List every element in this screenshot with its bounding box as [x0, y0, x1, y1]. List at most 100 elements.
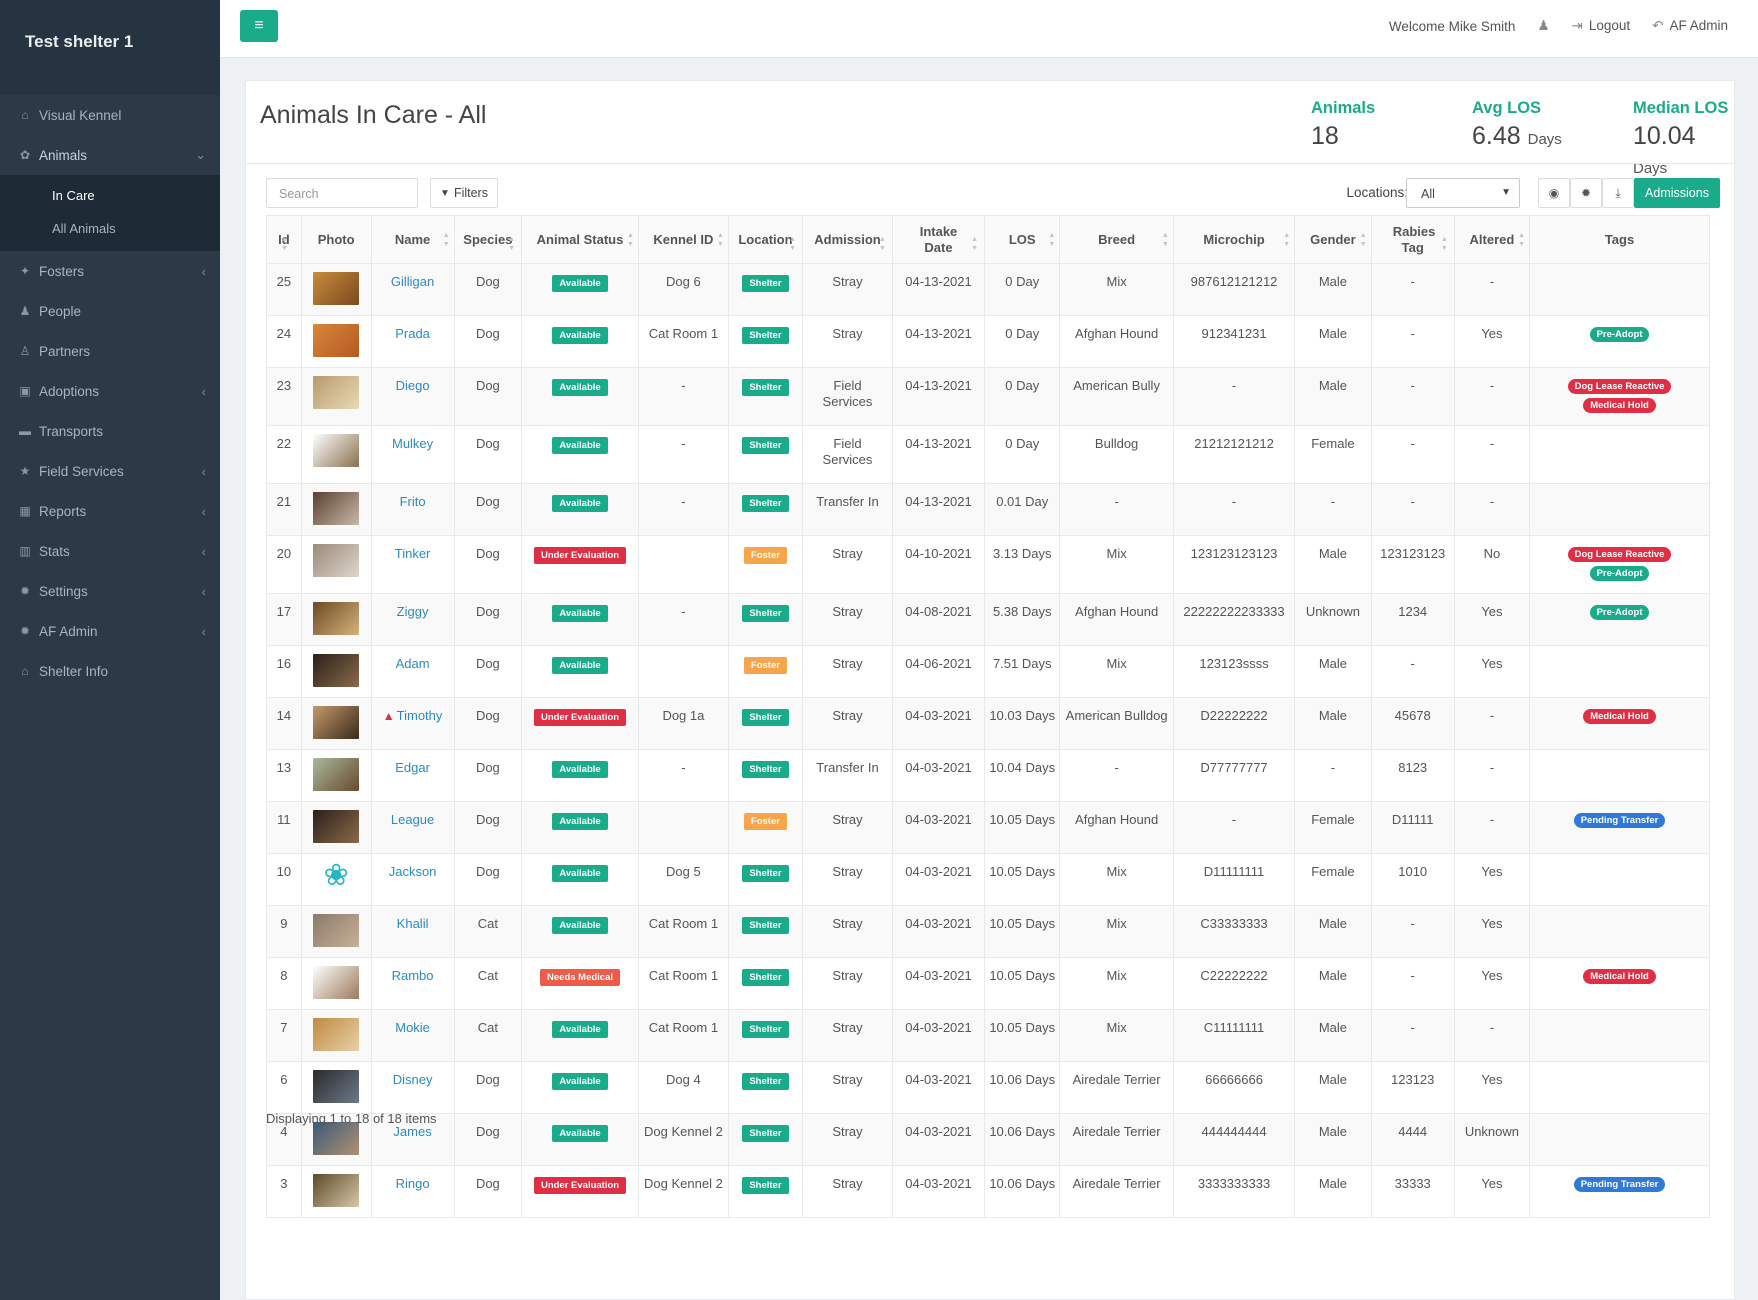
- sidebar-subitem-all-animals[interactable]: All Animals: [0, 212, 220, 245]
- animal-photo[interactable]: [313, 1174, 360, 1207]
- column-header-microchip[interactable]: Microchip ▲ ▼: [1172, 215, 1296, 264]
- animal-photo[interactable]: [313, 434, 360, 467]
- sort-icon[interactable]: ▲ ▼: [1283, 231, 1290, 249]
- column-header-gender[interactable]: Gender ▲ ▼: [1294, 215, 1372, 264]
- table-row[interactable]: 4 James Dog Available Dog Kennel 2 Shelter Str…: [266, 1113, 1710, 1166]
- table-row[interactable]: 25 Gilligan Dog Available Dog 6 Shelter Stray 0…: [266, 263, 1710, 316]
- animal-name-link[interactable]: Jackson: [389, 864, 437, 879]
- table-row[interactable]: 21 Frito Dog Available - Shelter Transfer In 04…: [266, 483, 1710, 536]
- column-header-kennel-id[interactable]: Kennel ID ▲ ▼: [637, 215, 729, 264]
- animal-photo[interactable]: [313, 602, 360, 635]
- animal-photo[interactable]: [313, 1122, 360, 1155]
- sidebar-item-af-admin[interactable]: ✹ AF Admin ‹: [0, 611, 220, 651]
- sort-icon[interactable]: ▲ ▼: [789, 235, 796, 253]
- animal-name-link[interactable]: Ringo: [396, 1176, 430, 1191]
- column-header-species[interactable]: Species ▲ ▼: [453, 215, 523, 264]
- admissions-button[interactable]: Admissions: [1634, 178, 1720, 208]
- column-header-intake-date[interactable]: Intake Date ▲ ▼: [891, 215, 986, 264]
- table-row[interactable]: 8 Rambo Cat Needs Medical Cat Room 1 Shelter S…: [266, 957, 1710, 1010]
- column-header-rabies-tag[interactable]: Rabies Tag ▲ ▼: [1370, 215, 1455, 264]
- animal-name-link[interactable]: Edgar: [395, 760, 430, 775]
- column-header-breed[interactable]: Breed ▲ ▼: [1059, 215, 1174, 264]
- sort-icon[interactable]: ▲ ▼: [443, 231, 450, 249]
- menu-toggle-button[interactable]: ≡: [240, 10, 278, 42]
- column-header-name[interactable]: Name ▲ ▼: [370, 215, 455, 264]
- sidebar-item-partners[interactable]: ♙ Partners: [0, 331, 220, 371]
- column-header-los[interactable]: LOS ▲ ▼: [984, 215, 1061, 264]
- animal-photo[interactable]: [313, 376, 360, 409]
- sidebar-item-transports[interactable]: ▬ Transports: [0, 411, 220, 451]
- table-row[interactable]: 14 ▲ Timothy Dog Under Evaluation Dog 1a Shelt…: [266, 697, 1710, 750]
- sidebar-item-animals[interactable]: ✿ Animals ⌄: [0, 135, 220, 175]
- table-row[interactable]: 10 ❀ Jackson Dog Available Dog 5 Shelter Stray 0…: [266, 853, 1710, 906]
- sort-icon[interactable]: ▲ ▼: [1048, 231, 1055, 249]
- sidebar-item-fosters[interactable]: ✦ Fosters ‹: [0, 251, 220, 291]
- table-row[interactable]: 13 Edgar Dog Available - Shelter Transfer In 04…: [266, 749, 1710, 802]
- animal-name-link[interactable]: Rambo: [392, 968, 434, 983]
- sort-icon[interactable]: ▲ ▼: [971, 235, 978, 253]
- locations-select[interactable]: All ▼: [1406, 178, 1520, 208]
- animal-name-link[interactable]: Adam: [396, 656, 430, 671]
- column-header-animal-status[interactable]: Animal Status ▲ ▼: [521, 215, 639, 264]
- animal-name-link[interactable]: Mokie: [395, 1020, 430, 1035]
- settings-button[interactable]: ✹: [1570, 178, 1602, 208]
- sidebar-item-field-services[interactable]: ★ Field Services ‹: [0, 451, 220, 491]
- animal-photo[interactable]: [313, 810, 360, 843]
- table-row[interactable]: 3 Ringo Dog Under Evaluation Dog Kennel 2 She…: [266, 1165, 1710, 1218]
- animal-name-link[interactable]: League: [391, 812, 434, 827]
- animal-photo[interactable]: [313, 706, 360, 739]
- animal-photo[interactable]: [313, 492, 360, 525]
- table-row[interactable]: 16 Adam Dog Available Foster Stray 04-06-2021 7…: [266, 645, 1710, 698]
- user-icon[interactable]: ♟: [1537, 18, 1549, 34]
- animal-photo[interactable]: [313, 272, 360, 305]
- animal-photo[interactable]: [313, 966, 360, 999]
- column-header-location[interactable]: Location ▲ ▼: [727, 215, 804, 264]
- animal-name-link[interactable]: Disney: [393, 1072, 433, 1087]
- brand-name[interactable]: Test shelter 1: [0, 0, 220, 95]
- column-header-admission[interactable]: Admission ▲ ▼: [802, 215, 893, 264]
- sidebar-item-adoptions[interactable]: ▣ Adoptions ‹: [0, 371, 220, 411]
- animal-photo[interactable]: [313, 1070, 360, 1103]
- sort-icon[interactable]: ▲ ▼: [1518, 231, 1525, 249]
- animal-name-link[interactable]: Ziggy: [397, 604, 429, 619]
- sidebar-item-shelter-info[interactable]: ⌂ Shelter Info: [0, 651, 220, 691]
- animal-name-link[interactable]: Diego: [396, 378, 430, 393]
- sidebar-item-visual-kennel[interactable]: ⌂ Visual Kennel: [0, 95, 220, 135]
- animal-name-link[interactable]: James: [393, 1124, 431, 1139]
- sort-icon[interactable]: ▲ ▼: [717, 231, 724, 249]
- animal-name-link[interactable]: Timothy: [397, 708, 443, 723]
- animal-name-link[interactable]: Gilligan: [391, 274, 434, 289]
- af-admin-link[interactable]: ↶ AF Admin: [1652, 18, 1728, 34]
- animal-name-link[interactable]: Mulkey: [392, 436, 433, 451]
- animal-photo[interactable]: [313, 758, 360, 791]
- sidebar-item-stats[interactable]: ▥ Stats ‹: [0, 531, 220, 571]
- sidebar-item-settings[interactable]: ✹ Settings ‹: [0, 571, 220, 611]
- sort-icon[interactable]: ▲ ▼: [1441, 235, 1448, 253]
- animal-photo[interactable]: [313, 544, 360, 577]
- table-row[interactable]: 9 Khalil Cat Available Cat Room 1 Shelter Stra…: [266, 905, 1710, 958]
- animal-name-link[interactable]: Tinker: [395, 546, 431, 561]
- animal-photo[interactable]: [313, 1018, 360, 1051]
- search-input[interactable]: Search: [266, 178, 418, 208]
- animal-photo[interactable]: [313, 324, 360, 357]
- animal-photo[interactable]: [313, 914, 360, 947]
- table-row[interactable]: 7 Mokie Cat Available Cat Room 1 Shelter Stray…: [266, 1009, 1710, 1062]
- table-row[interactable]: 22 Mulkey Dog Available - Shelter Field Servic…: [266, 425, 1710, 484]
- table-row[interactable]: 23 Diego Dog Available - Shelter Field Service…: [266, 367, 1710, 426]
- column-header-id[interactable]: Id ▲ ▼: [266, 215, 302, 264]
- sidebar-subitem-in-care[interactable]: In Care: [0, 179, 220, 212]
- sort-icon[interactable]: ▲ ▼: [508, 235, 515, 253]
- sort-icon[interactable]: ▲ ▼: [1162, 231, 1169, 249]
- sort-icon[interactable]: ▲ ▼: [627, 231, 634, 249]
- download-button[interactable]: ⤓: [1602, 178, 1634, 208]
- animal-photo[interactable]: [313, 654, 360, 687]
- sidebar-item-people[interactable]: ♟ People: [0, 291, 220, 331]
- sidebar-item-reports[interactable]: ▦ Reports ‹: [0, 491, 220, 531]
- sort-icon[interactable]: ▲ ▼: [1360, 231, 1367, 249]
- sort-icon[interactable]: ▲ ▼: [281, 235, 288, 253]
- table-row[interactable]: 20 Tinker Dog Under Evaluation Foster Stray 04…: [266, 535, 1710, 594]
- animal-name-link[interactable]: Khalil: [397, 916, 429, 931]
- column-header-altered[interactable]: Altered ▲ ▼: [1453, 215, 1531, 264]
- filters-button[interactable]: ▼ Filters: [430, 178, 498, 208]
- table-row[interactable]: 17 Ziggy Dog Available - Shelter Stray 04-08-20…: [266, 593, 1710, 646]
